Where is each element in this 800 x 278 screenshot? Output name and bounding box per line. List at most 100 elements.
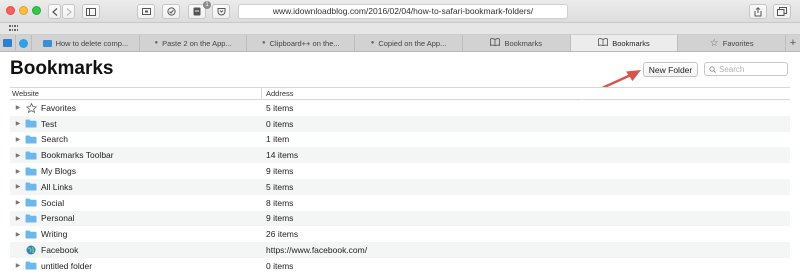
tab-2[interactable]: ● Clipboard++ on the... xyxy=(247,35,356,51)
apple-icon: ● xyxy=(154,40,159,46)
apple-icon: ● xyxy=(370,40,375,46)
grid-icon[interactable] xyxy=(9,25,18,32)
folder-icon xyxy=(25,261,37,271)
address-cell: 0 items xyxy=(266,260,294,271)
disclosure-triangle-icon[interactable]: ▶ xyxy=(14,231,22,238)
bookmark-name: Personal xyxy=(41,213,75,224)
disclosure-triangle-icon[interactable]: ▶ xyxy=(14,104,22,111)
table-row[interactable]: ▶ Writing 26 items xyxy=(10,226,790,242)
bookmarks-search[interactable] xyxy=(704,62,788,76)
minimize-window-button[interactable] xyxy=(19,6,28,15)
tab-1[interactable]: ● Paste 2 on the App... xyxy=(140,35,248,51)
table-body: ▶ Favorites 5 items ▶ Test 0 items ▶ Search 1 it… xyxy=(10,100,790,274)
column-header-address[interactable]: Address xyxy=(262,88,790,99)
folder-icon xyxy=(25,213,37,223)
pinned-tab-1[interactable] xyxy=(0,35,16,51)
disclosure-triangle-icon[interactable]: ▶ xyxy=(14,199,22,206)
tab-label: Copied on the App... xyxy=(378,38,447,48)
disclosure-triangle-icon[interactable]: ▶ xyxy=(14,136,22,143)
folder-icon xyxy=(25,229,37,239)
address-cell: 9 items xyxy=(266,166,294,177)
disclosure-triangle-icon[interactable]: ▶ xyxy=(14,262,22,269)
new-folder-button[interactable]: New Folder xyxy=(643,62,698,77)
apple-icon: ● xyxy=(261,40,266,46)
website-cell: ▶ Search xyxy=(10,132,262,148)
address-cell: 9 items xyxy=(266,213,294,224)
disclosure-triangle-icon[interactable]: ▶ xyxy=(14,152,22,159)
website-cell: Facebook xyxy=(10,242,262,258)
disclosure-triangle-icon[interactable]: ▶ xyxy=(14,183,22,190)
chevron-left-icon xyxy=(51,7,57,16)
address-cell: 0 items xyxy=(266,118,294,129)
chevron-right-icon xyxy=(66,7,72,16)
tab-4[interactable]: Bookmarks xyxy=(463,35,571,51)
zoom-window-button[interactable] xyxy=(32,6,41,15)
show-all-tabs-button[interactable] xyxy=(773,4,791,19)
website-cell: ▶ untitled folder xyxy=(10,258,262,274)
table-row[interactable]: ▶ My Blogs 9 items xyxy=(10,163,790,179)
ghostery-icon xyxy=(193,7,201,16)
tab-label: How to delete comp... xyxy=(55,38,129,48)
address-cell: 26 items xyxy=(266,229,299,240)
close-window-button[interactable] xyxy=(6,6,15,15)
extension-button-2[interactable] xyxy=(162,4,180,19)
sidebar-button[interactable] xyxy=(82,4,100,19)
address-cell: https://www.facebook.com/ xyxy=(266,245,368,256)
table-row[interactable]: ▶ Social 8 items xyxy=(10,195,790,211)
table-row[interactable]: ▶ Bookmarks Toolbar 14 items xyxy=(10,147,790,164)
address-bar[interactable]: www.idownloadblog.com/2016/02/04/how-to-… xyxy=(238,4,568,19)
folder-icon xyxy=(25,166,37,176)
website-cell: ▶ Writing xyxy=(10,226,262,242)
share-icon xyxy=(754,6,762,16)
sidebar-icon xyxy=(86,7,96,16)
share-button[interactable] xyxy=(749,4,767,19)
tab-5[interactable]: Bookmarks xyxy=(570,35,679,51)
tab-bar: How to delete comp... ● Paste 2 on the App… xyxy=(0,35,800,52)
column-header-website[interactable]: Website xyxy=(10,88,262,99)
search-input[interactable] xyxy=(719,64,783,74)
new-tab-button[interactable]: + xyxy=(786,35,800,51)
folder-icon xyxy=(25,182,37,192)
extension-button-4[interactable] xyxy=(212,4,230,19)
bookmark-name: Test xyxy=(41,118,57,129)
table-row[interactable]: ▶ Favorites 5 items xyxy=(10,100,790,116)
book-icon xyxy=(490,38,501,48)
disclosure-triangle-icon[interactable]: ▶ xyxy=(14,120,22,127)
address-cell: 1 item xyxy=(266,134,290,145)
folder-icon xyxy=(25,119,37,129)
address-cell: 5 items xyxy=(266,181,294,192)
disclosure-triangle-icon[interactable]: ▶ xyxy=(14,168,22,175)
bookmarks-table: Website Address ▶ Favorites 5 items ▶ Test 0 … xyxy=(10,87,790,274)
table-row[interactable]: ▶ Test 0 items xyxy=(10,115,790,132)
browser-toolbar: 1 www.idownloadblog.com/2016/02/04/how-t… xyxy=(0,0,800,23)
forward-button[interactable] xyxy=(62,4,75,19)
bookmarklet-icon xyxy=(141,8,151,15)
tab-3[interactable]: ● Copied on the App... xyxy=(355,35,463,51)
table-row[interactable]: Facebook https://www.facebook.com/ xyxy=(10,242,790,258)
bookmark-name: Search xyxy=(41,134,68,145)
website-cell: ▶ Social xyxy=(10,195,262,211)
tab-label: Bookmarks xyxy=(504,38,542,48)
website-cell: ▶ All Links xyxy=(10,179,262,195)
disclosure-triangle-icon[interactable]: ▶ xyxy=(14,215,22,222)
table-row[interactable]: ▶ Personal 9 items xyxy=(10,210,790,227)
back-button[interactable] xyxy=(48,4,61,19)
book-icon xyxy=(598,38,609,48)
page-title: Bookmarks xyxy=(10,58,114,79)
tab-6[interactable]: ☆ Favorites xyxy=(678,35,787,51)
star-icon xyxy=(25,102,37,113)
folder-icon xyxy=(25,134,37,144)
tab-label: Clipboard++ on the... xyxy=(269,38,340,48)
extension-button-1[interactable] xyxy=(137,4,155,19)
tab-label: Bookmarks xyxy=(612,38,650,48)
bookmark-name: All Links xyxy=(41,181,73,192)
plus-icon: + xyxy=(789,37,797,49)
table-row[interactable]: ▶ untitled folder 0 items xyxy=(10,258,790,274)
pinned-tab-2[interactable] xyxy=(16,35,32,51)
table-row[interactable]: ▶ All Links 5 items xyxy=(10,178,790,195)
address-cell: 8 items xyxy=(266,197,294,208)
bookmark-name: Social xyxy=(41,197,65,208)
blue-favicon xyxy=(42,39,52,47)
table-row[interactable]: ▶ Search 1 item xyxy=(10,132,790,148)
tab-0[interactable]: How to delete comp... xyxy=(32,35,140,51)
